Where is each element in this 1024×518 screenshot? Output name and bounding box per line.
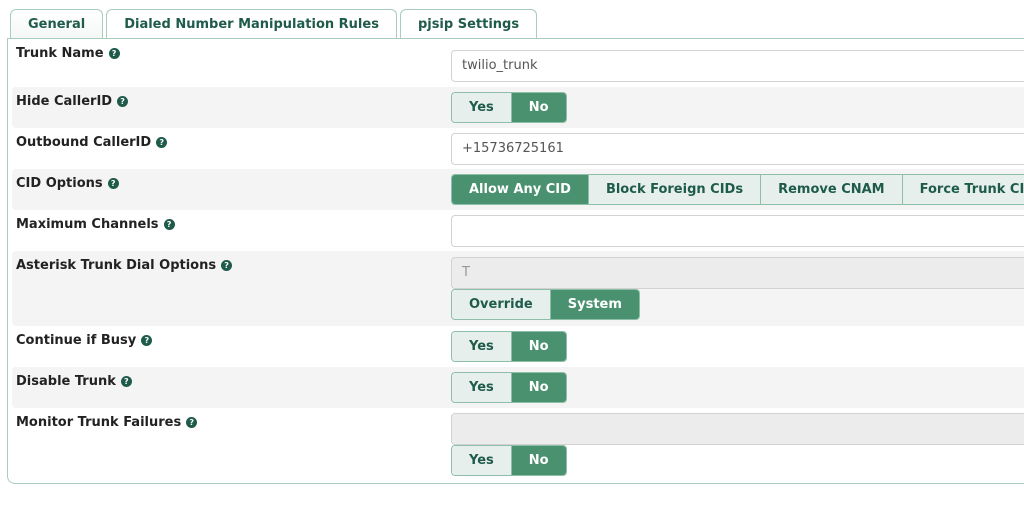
dial-options-input[interactable]: T [451, 257, 1024, 289]
dial-options-toggle: Override System [451, 289, 640, 320]
disable-trunk-yes[interactable]: Yes [452, 373, 512, 402]
hide-callerid-no[interactable]: No [511, 93, 566, 122]
monitor-failures-no[interactable]: No [511, 446, 566, 475]
continue-if-busy-yes[interactable]: Yes [452, 332, 512, 361]
cid-block-foreign-button[interactable]: Block Foreign CIDs [588, 175, 762, 204]
cid-options-label: CID Options? [16, 176, 119, 191]
cid-options-group: Allow Any CID Block Foreign CIDs Remove … [451, 174, 1024, 205]
tab-bar: General Dialed Number Manipulation Rules… [10, 9, 540, 40]
row-max-channels: Maximum Channels? [12, 210, 1024, 251]
dial-options-system[interactable]: System [550, 290, 639, 319]
tab-dialed-number-manipulation-rules[interactable]: Dialed Number Manipulation Rules [106, 9, 397, 39]
trunk-name-label: Trunk Name? [16, 46, 120, 61]
disable-trunk-toggle: Yes No [451, 372, 567, 403]
row-monitor-failures: Monitor Trunk Failures? Yes No [12, 408, 1024, 482]
tab-general[interactable]: General [10, 9, 104, 40]
dial-options-override[interactable]: Override [452, 290, 551, 319]
help-icon[interactable]: ? [108, 48, 120, 59]
row-trunk-name: Trunk Name? twilio_trunk [12, 39, 1024, 87]
hide-callerid-yes[interactable]: Yes [452, 93, 512, 122]
help-icon[interactable]: ? [120, 376, 132, 387]
help-icon[interactable]: ? [141, 335, 153, 346]
row-continue-if-busy: Continue if Busy? Yes No [12, 326, 1024, 367]
cid-allow-any-button[interactable]: Allow Any CID [452, 175, 589, 204]
disable-trunk-label: Disable Trunk? [16, 374, 132, 389]
max-channels-label: Maximum Channels? [16, 217, 175, 232]
tab-pjsip-settings[interactable]: pjsip Settings [399, 9, 538, 39]
help-icon[interactable]: ? [221, 260, 233, 271]
help-icon[interactable]: ? [107, 178, 119, 189]
disable-trunk-no[interactable]: No [511, 373, 566, 402]
continue-if-busy-toggle: Yes No [451, 331, 567, 362]
row-dial-options: Asterisk Trunk Dial Options? T Override … [12, 251, 1024, 326]
outbound-callerid-label: Outbound CallerID? [16, 135, 168, 150]
hide-callerid-toggle: Yes No [451, 92, 567, 123]
monitor-failures-input[interactable] [451, 413, 1024, 445]
help-icon[interactable]: ? [117, 96, 129, 107]
row-disable-trunk: Disable Trunk? Yes No [12, 367, 1024, 408]
row-hide-callerid: Hide CallerID? Yes No [12, 87, 1024, 128]
cid-force-trunk-button[interactable]: Force Trunk CID [902, 175, 1024, 204]
general-panel: Trunk Name? twilio_trunk Hide CallerID? … [7, 38, 1024, 484]
monitor-failures-toggle: Yes No [451, 445, 567, 476]
continue-if-busy-label: Continue if Busy? [16, 333, 153, 348]
monitor-failures-label: Monitor Trunk Failures? [16, 415, 198, 430]
row-cid-options: CID Options? Allow Any CID Block Foreign… [12, 169, 1024, 210]
outbound-callerid-input[interactable]: +15736725161 [451, 133, 1024, 165]
hide-callerid-label: Hide CallerID? [16, 94, 129, 109]
trunk-name-input[interactable]: twilio_trunk [451, 50, 1024, 82]
cid-remove-cnam-button[interactable]: Remove CNAM [761, 175, 903, 204]
continue-if-busy-no[interactable]: No [511, 332, 566, 361]
help-icon[interactable]: ? [156, 137, 168, 148]
row-outbound-callerid: Outbound CallerID? +15736725161 [12, 128, 1024, 169]
monitor-failures-yes[interactable]: Yes [452, 446, 512, 475]
help-icon[interactable]: ? [163, 219, 175, 230]
help-icon[interactable]: ? [186, 417, 198, 428]
dial-options-label: Asterisk Trunk Dial Options? [16, 258, 233, 273]
max-channels-input[interactable] [451, 215, 1024, 247]
